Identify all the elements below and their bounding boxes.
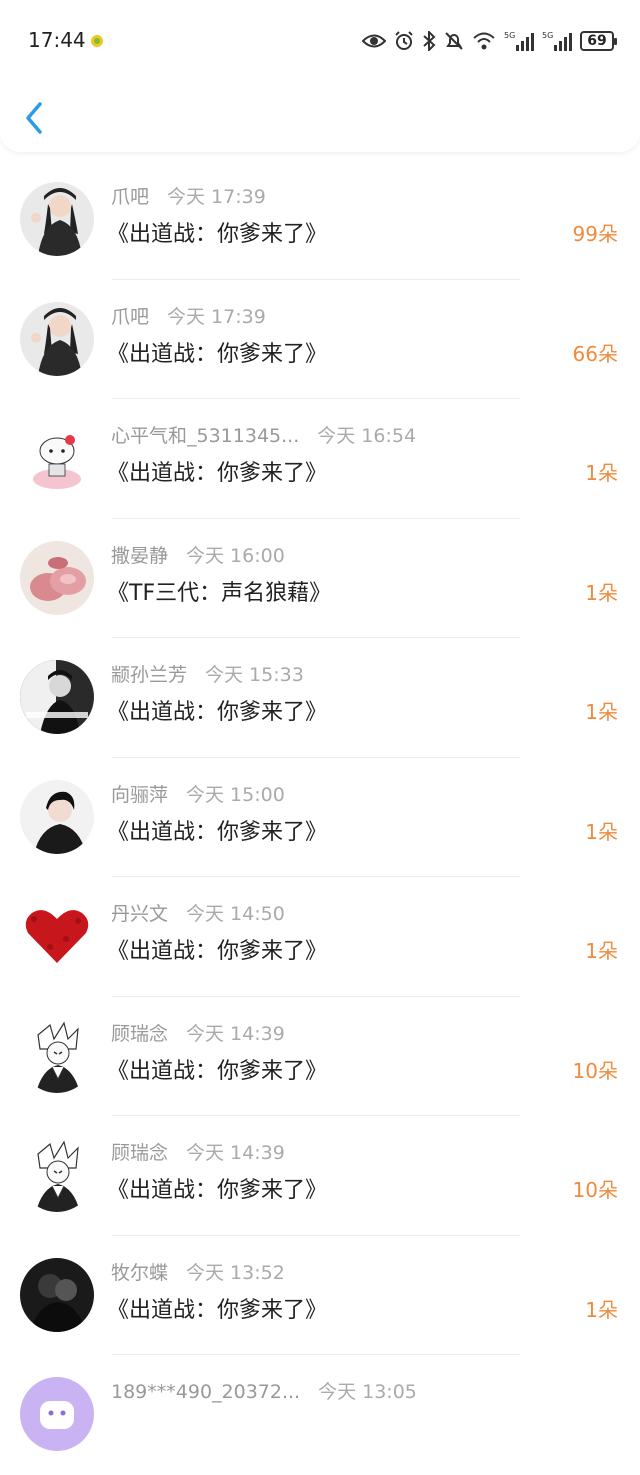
sent-time: 今天 14:39 [186,1022,285,1045]
flower-count: 1朵 [585,819,618,844]
sender-name: 爪吧 [111,305,150,328]
sender-name: 丹兴文 [111,903,169,925]
sent-time: 今天 16:00 [186,544,285,567]
list-item[interactable]: 顾瑞念 今天 14:39 《出道战：你爹来了》 10朵 [0,1116,640,1236]
sender-line: 向骊萍 今天 15:00 [111,780,285,807]
list-item[interactable]: 向骊萍 今天 15:00 《出道战：你爹来了》 1朵 [0,758,640,877]
status-time: 17:44 [28,28,86,52]
sender-name: 牧尔蝶 [111,1261,169,1284]
battery-icon: 69 [580,31,617,51]
sent-time: 今天 15:33 [205,664,304,686]
avatar[interactable] [20,779,94,854]
sender-line: 爪吧 今天 17:39 [111,302,266,329]
status-bar: 17:44 5G 5G 69 [0,0,640,80]
sent-time: 今天 14:50 [186,903,285,925]
flower-count: 1朵 [585,1297,618,1322]
work-title[interactable]: 《出道战：你爹来了》 [107,1292,327,1324]
sent-time: 今天 13:52 [186,1261,285,1284]
chevron-left-icon[interactable] [18,98,54,138]
sender-line: 丹兴文 今天 14:50 [111,899,285,926]
sent-time: 今天 17:39 [167,305,266,328]
sender-line: 189***490_20372... 今天 13:05 [111,1377,417,1404]
sent-time: 今天 14:39 [186,1142,285,1164]
list-item[interactable]: 爪吧 今天 17:39 《出道战：你爹来了》 66朵 [0,280,640,399]
flower-count: 1朵 [585,700,618,724]
bluetooth-icon [423,31,436,51]
list-item[interactable]: 撒晏静 今天 16:00 《TF三代：声名狼藉》 1朵 [0,519,640,638]
work-title[interactable]: 《出道战：你爹来了》 [107,1172,327,1204]
avatar[interactable] [20,421,94,495]
work-title[interactable]: 《出道战：你爹来了》 [107,933,327,965]
work-title[interactable]: 《TF三代：声名狼藉》 [107,575,331,607]
work-title[interactable]: 《出道战：你爹来了》 [107,1053,327,1085]
status-icons: 5G 5G 69 [362,28,617,54]
work-title[interactable]: 《出道战：你爹来了》 [107,216,327,248]
sent-time: 今天 15:00 [186,783,285,806]
flower-count: 1朵 [585,580,618,605]
sender-line: 顾瑞念 今天 14:39 [111,1019,285,1046]
sent-time: 今天 17:39 [167,186,266,208]
sender-line: 爪吧 今天 17:39 [111,182,266,209]
gift-list: 爪吧 今天 17:39 《出道战：你爹来了》 99朵 爪吧 今天 17:39 《出道… [0,160,640,1475]
work-title[interactable]: 《出道战：你爹来了》 [107,814,327,846]
list-item[interactable]: 颛孙兰芳 今天 15:33 《出道战：你爹来了》 1朵 [0,638,640,758]
work-title[interactable]: 《出道战：你爹来了》 [107,336,327,368]
signal-icon: 5G [504,31,534,51]
flower-count: 1朵 [585,939,618,963]
nav-bar [0,80,640,152]
sender-name: 撒晏静 [111,544,169,567]
avatar[interactable] [20,540,94,615]
alarm-icon [395,31,413,50]
sender-line: 心平气和_5311345... 今天 16:54 [111,421,416,448]
sender-name: 颛孙兰芳 [111,664,188,686]
list-item[interactable]: 顾瑞念 今天 14:39 《出道战：你爹来了》 10朵 [0,997,640,1116]
list-item[interactable]: 丹兴文 今天 14:50 《出道战：你爹来了》 1朵 [0,877,640,997]
sent-time: 今天 16:54 [317,425,417,447]
network-label: 5G [504,31,515,40]
list-item[interactable]: 牧尔蝶 今天 13:52 《出道战：你爹来了》 1朵 [0,1236,640,1355]
flower-count: 10朵 [572,1058,618,1083]
sent-time: 今天 13:05 [318,1381,417,1403]
sender-name: 爪吧 [111,186,150,208]
network-label: 5G [542,31,553,40]
signal-icon: 5G [542,31,572,51]
work-title[interactable]: 《出道战：你爹来了》 [107,694,327,726]
sender-name: 向骊萍 [111,783,169,806]
avatar[interactable] [20,899,94,973]
list-item[interactable]: 爪吧 今天 17:39 《出道战：你爹来了》 99朵 [0,160,640,280]
avatar[interactable] [20,1377,94,1451]
list-item[interactable]: 189***490_20372... 今天 13:05 [0,1355,640,1475]
sender-name: 顾瑞念 [111,1142,169,1164]
sender-name: 顾瑞念 [111,1022,169,1045]
avatar[interactable] [20,1257,94,1332]
flower-count: 66朵 [572,341,618,366]
avatar[interactable] [20,660,94,734]
flower-count: 99朵 [572,222,618,246]
work-title[interactable]: 《出道战：你爹来了》 [107,455,327,487]
eye-icon [362,34,386,48]
sender-line: 颛孙兰芳 今天 15:33 [111,660,304,687]
flower-count: 10朵 [572,1178,618,1202]
flower-count: 1朵 [585,461,618,485]
wifi-icon [473,32,495,50]
sender-line: 牧尔蝶 今天 13:52 [111,1258,285,1285]
sender-name: 189***490_20372... [111,1381,301,1403]
avatar[interactable] [20,1138,94,1212]
avatar[interactable] [20,301,94,376]
avatar[interactable] [20,1018,94,1093]
mute-icon [445,32,463,50]
weather-sun-icon [91,35,103,47]
list-item[interactable]: 心平气和_5311345... 今天 16:54 《出道战：你爹来了》 1朵 [0,399,640,519]
sender-line: 撒晏静 今天 16:00 [111,541,285,568]
sender-name: 心平气和_5311345... [111,425,300,447]
avatar[interactable] [20,182,94,256]
sender-line: 顾瑞念 今天 14:39 [111,1138,285,1165]
